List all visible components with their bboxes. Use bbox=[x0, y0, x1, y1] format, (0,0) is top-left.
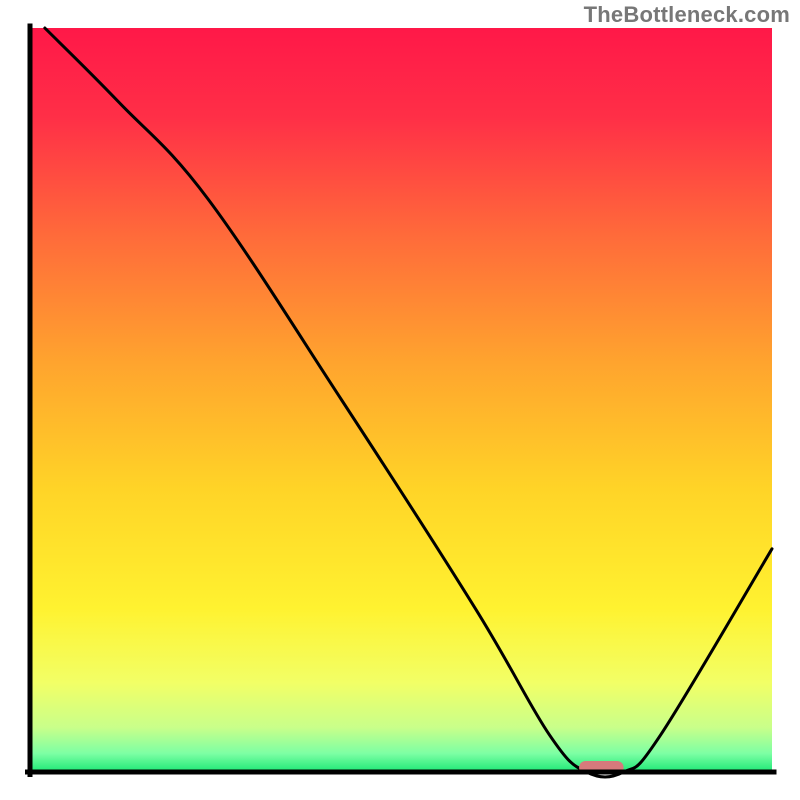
bottleneck-chart bbox=[0, 0, 800, 800]
watermark-text: TheBottleneck.com bbox=[584, 2, 790, 28]
chart-stage: TheBottleneck.com bbox=[0, 0, 800, 800]
plot-background bbox=[30, 28, 772, 772]
